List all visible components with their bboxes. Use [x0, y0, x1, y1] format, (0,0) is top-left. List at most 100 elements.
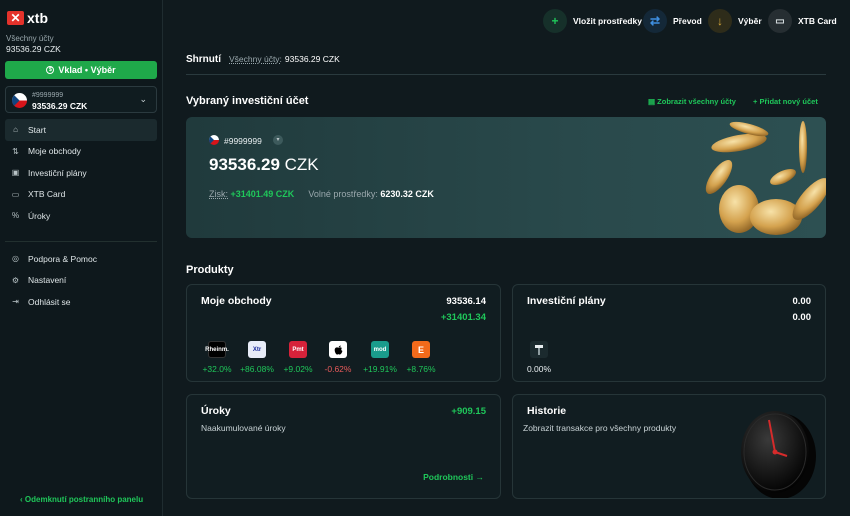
stock-item[interactable]: Pmt +9.02% — [280, 341, 316, 374]
nav-label: Nastavení — [28, 275, 67, 286]
nav-item-logout[interactable]: ⇥ Odhlásit se — [5, 291, 157, 313]
collapse-label: Odemknutí postranního panelu — [24, 495, 144, 504]
hero-stats: Zisk: +31401.49 CZK Volné prostředky: 62… — [209, 189, 434, 199]
history-card[interactable]: Historie Zobrazit transakce pro všechny … — [512, 394, 826, 499]
investment-plans-card[interactable]: Investiční plány 0.00 0.00 0.00% — [512, 284, 826, 382]
nav-item-start[interactable]: ⌂ Start — [5, 119, 157, 141]
nav-label: Investiční plány — [28, 167, 87, 178]
stock-item[interactable]: -0.62% — [320, 341, 356, 374]
account-number: #9999999 — [32, 92, 64, 99]
nav-item-card[interactable]: ▭ XTB Card — [5, 184, 157, 206]
hero-account-number: #9999999 — [224, 136, 262, 146]
card-icon: ▭ — [768, 9, 792, 33]
secondary-nav: ◎ Podpora & Pomoc ⚙ Nastavení ⇥ Odhlásit… — [5, 248, 157, 313]
plans-icon: ▣ — [11, 168, 20, 178]
hero-balance: 93536.29 CZK — [209, 155, 319, 175]
apple-icon — [329, 341, 347, 358]
nav-label: Úroky — [28, 210, 51, 221]
plans-value-2: 0.00 — [792, 312, 812, 323]
brand-name: xtb — [27, 10, 48, 26]
trades-value: 93536.14 — [446, 296, 486, 307]
nav-item-settings[interactable]: ⚙ Nastavení — [5, 270, 157, 292]
plans-title: Investiční plány — [527, 295, 606, 307]
xtb-logo[interactable]: ✕ xtb — [7, 10, 48, 26]
interest-subtitle: Naakumulované úroky — [201, 423, 286, 433]
trades-title: Moje obchody — [201, 295, 272, 307]
nav-label: Moje obchody — [28, 146, 81, 157]
czech-flag-icon — [12, 93, 27, 108]
account-selector[interactable]: #9999999 93536.29 CZK ⌄ — [5, 86, 157, 113]
summary-label[interactable]: Všechny účty: — [229, 54, 282, 64]
sidebar-divider — [5, 241, 157, 242]
list-icon: ▤ — [648, 97, 658, 106]
transfer-button[interactable]: ⇄ Převod — [643, 9, 702, 33]
withdraw-label: Výběr — [738, 16, 762, 26]
nav-item-interest[interactable]: % Úroky — [5, 205, 157, 227]
stock-logo: Rheinm. — [205, 341, 229, 358]
show-all-label: Zobrazit všechny účty — [657, 97, 736, 106]
trades-card[interactable]: Moje obchody 93536.14 +31401.34 Rheinm. … — [186, 284, 501, 382]
trades-icon: ⇅ — [12, 146, 19, 156]
clock-illustration — [741, 411, 816, 498]
nav-label: Odhlásit se — [28, 296, 71, 307]
nav-label: XTB Card — [28, 189, 66, 200]
nav-item-plans[interactable]: ▣ Investiční plány — [5, 162, 157, 184]
stock-logo: mod — [371, 341, 389, 358]
gain-label[interactable]: Zisk: — [209, 189, 228, 199]
stock-item[interactable]: E +8.76% — [403, 341, 439, 374]
selected-account-title: Vybraný investiční účet — [186, 95, 309, 107]
deposit-button-label: Vklad • Výběr — [58, 65, 116, 75]
support-icon: ◎ — [12, 254, 19, 264]
account-balance: 93536.29 CZK — [32, 101, 88, 111]
add-account-link[interactable]: + Přidat nový účet — [753, 97, 818, 106]
chevron-down-icon: ⌄ — [139, 94, 147, 104]
stock-item[interactable]: Xtr +86.08% — [239, 341, 275, 374]
history-title: Historie — [527, 405, 567, 417]
plus-icon: + — [543, 9, 567, 33]
plan-item[interactable]: 0.00% — [521, 341, 557, 374]
stock-change: -0.62% — [324, 364, 352, 374]
nav-item-support[interactable]: ◎ Podpora & Pomoc — [5, 248, 157, 270]
czech-flag-icon — [209, 135, 219, 145]
stock-item[interactable]: Rheinm. +32.0% — [199, 341, 235, 374]
stock-logo: Pmt — [289, 341, 307, 358]
withdraw-button[interactable]: ↓ Výběr — [708, 9, 762, 33]
interest-details-link[interactable]: Podrobnosti → — [423, 472, 484, 482]
deposit-funds-button[interactable]: + Vložit prostředky — [543, 9, 642, 33]
stock-change: +19.91% — [363, 364, 397, 374]
all-accounts-label: Všechny účty — [6, 34, 54, 43]
deposit-withdraw-button[interactable]: $ Vklad • Výběr — [5, 61, 157, 79]
card-icon: ▭ — [11, 189, 20, 199]
show-all-accounts-link[interactable]: ▤ Zobrazit všechny účty — [648, 97, 736, 106]
xtb-logo-icon: ✕ — [7, 11, 24, 25]
selected-account-card[interactable]: #9999999 ▾ 93536.29 CZK Zisk: +31401.49 … — [186, 117, 826, 238]
interest-card[interactable]: Úroky +909.15 Naakumulované úroky Podrob… — [186, 394, 501, 499]
stock-change: +8.76% — [406, 364, 436, 374]
plans-value: 0.00 — [792, 296, 812, 307]
free-funds-label: Volné prostředky: — [308, 189, 378, 199]
percent-icon: % — [11, 211, 20, 221]
plan-change: 0.00% — [526, 364, 552, 374]
gear-icon: ⚙ — [11, 275, 20, 285]
nav-label: Start — [28, 124, 46, 135]
summary-title: Shrnutí — [186, 54, 221, 65]
hero-balance-value: 93536.29 — [209, 155, 280, 174]
nav-item-trades[interactable]: ⇅ Moje obchody — [5, 141, 157, 163]
trades-change: +31401.34 — [440, 312, 486, 323]
stock-logo: E — [412, 341, 430, 358]
stock-change: +86.08% — [240, 364, 274, 374]
chevron-down-icon[interactable]: ▾ — [273, 135, 283, 145]
nav-label: Podpora & Pomoc — [28, 253, 97, 264]
summary-divider — [186, 74, 826, 75]
arrow-down-icon: ↓ — [708, 9, 732, 33]
coins-illustration — [705, 121, 826, 235]
stock-item[interactable]: mod +19.91% — [362, 341, 398, 374]
summary-bar: Shrnutí Všechny účty: 93536.29 CZK — [186, 54, 340, 65]
logout-icon: ⇥ — [12, 297, 19, 307]
history-subtitle: Zobrazit transakce pro všechny produkty — [523, 423, 677, 433]
xtb-card-button[interactable]: ▭ XTB Card — [768, 9, 837, 33]
collapse-sidebar-link[interactable]: ‹ Odemknutí postranního panelu — [20, 495, 143, 504]
sidebar: ✕ xtb Všechny účty 93536.29 CZK $ Vklad … — [0, 0, 163, 516]
hero-balance-currency: CZK — [279, 155, 319, 174]
products-title: Produkty — [186, 264, 234, 276]
